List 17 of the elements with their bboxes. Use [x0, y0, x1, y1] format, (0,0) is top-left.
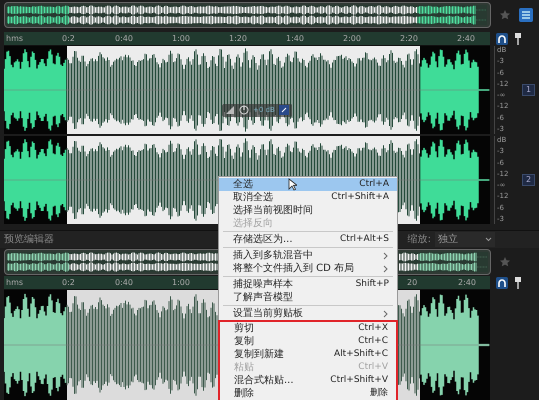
time-tick-label: 0:40: [115, 276, 134, 288]
ruler-unit: hms: [5, 276, 24, 288]
time-tick-label: 0:40: [115, 32, 134, 44]
time-tick-label: 2:40: [457, 32, 475, 44]
time-tick-label: 2:00: [343, 32, 362, 44]
time-tick-label: 1:00: [172, 276, 191, 288]
time-tick-label: 1:40: [286, 32, 305, 44]
time-tick-label: 0:2: [62, 32, 76, 44]
time-tick-label: 20: [407, 276, 418, 288]
time-tick-label: 1:20: [229, 32, 248, 44]
time-tick-label: 0:2: [62, 276, 76, 288]
time-tick-label: 2:40: [458, 276, 477, 288]
panel-title: 预览编辑器: [4, 232, 54, 247]
zoom-label: 缩放:: [408, 232, 431, 247]
time-tick-label: 2:20: [400, 32, 419, 44]
ruler-unit: hms: [5, 32, 24, 44]
time-tick-label: 1:00: [172, 32, 191, 44]
